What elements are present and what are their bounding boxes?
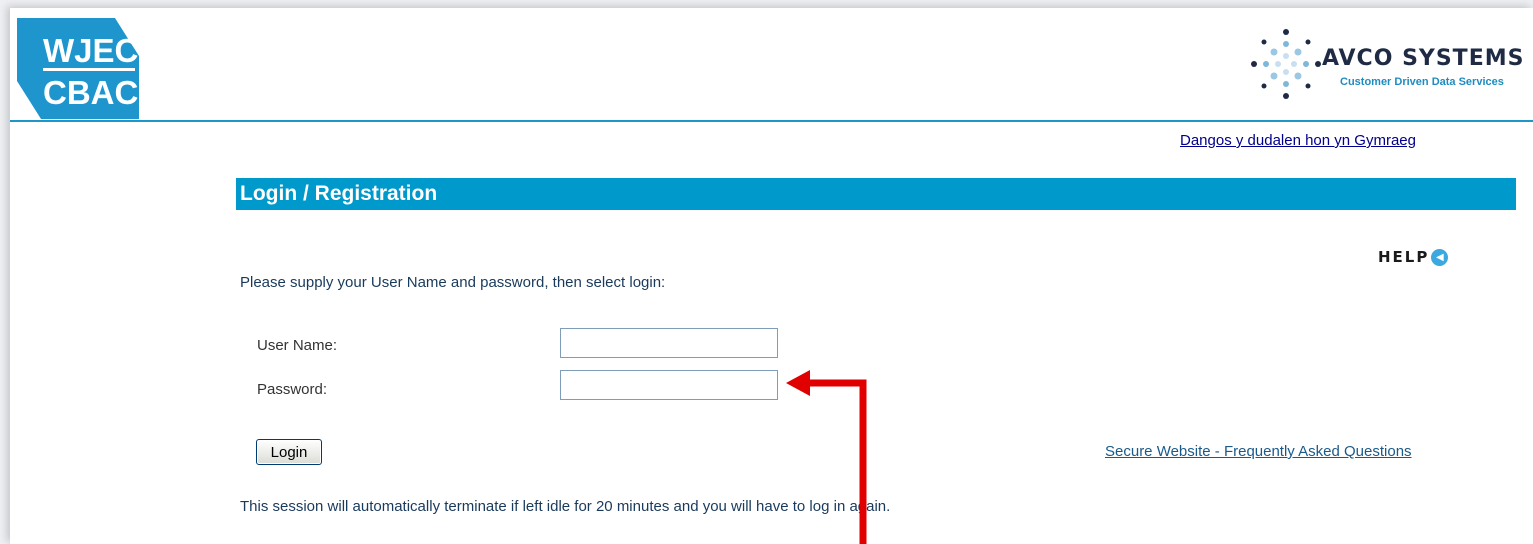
login-instructions: Please supply your User Name and passwor…	[240, 274, 666, 291]
help-arrow-icon: ◀	[1431, 248, 1449, 266]
cbac-logo-text: CBAC	[43, 74, 138, 111]
help-label: HELP	[1378, 248, 1430, 266]
section-title-bar: Login / Registration	[236, 178, 1516, 210]
wjec-logo-text: WJEC	[43, 32, 138, 69]
avco-systems-logo: AVCO SYSTEMS Customer Driven Data Servic…	[1248, 26, 1533, 106]
header-divider	[10, 120, 1533, 122]
help-button[interactable]: HELP ◀	[1378, 246, 1449, 268]
page-frame: WJEC CBAC AVCO SYSTEMS Customer Driven D…	[10, 8, 1533, 544]
page-title: Login / Registration	[240, 182, 438, 205]
session-timeout-notice: This session will automatically terminat…	[240, 498, 891, 515]
username-input[interactable]	[560, 328, 778, 358]
password-input[interactable]	[560, 370, 778, 400]
wjec-cbac-logo: WJEC CBAC	[17, 18, 139, 119]
avco-logo-name: AVCO SYSTEMS	[1322, 46, 1525, 71]
welsh-language-link[interactable]: Dangos y dudalen hon yn Gymraeg	[1180, 132, 1416, 149]
faq-link[interactable]: Secure Website - Frequently Asked Questi…	[1105, 443, 1412, 460]
dot-burst-icon	[1251, 29, 1321, 99]
username-label: User Name:	[257, 337, 338, 354]
avco-logo-tagline: Customer Driven Data Services	[1340, 76, 1504, 88]
login-button[interactable]: Login	[256, 439, 322, 465]
password-label: Password:	[257, 381, 328, 398]
